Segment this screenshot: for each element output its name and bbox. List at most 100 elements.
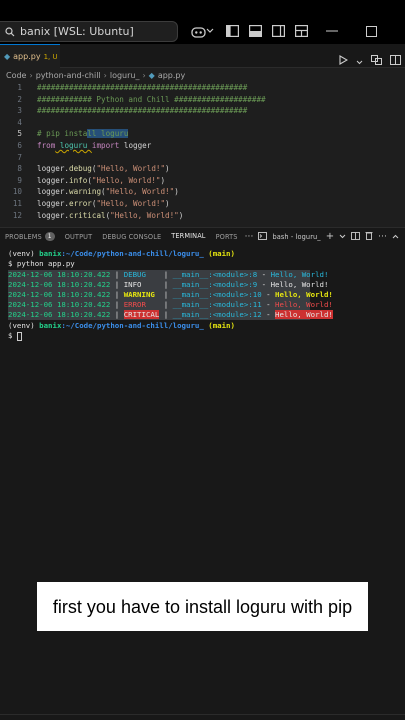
log-level: ERROR — [123, 300, 160, 309]
copilot-icon[interactable] — [190, 23, 206, 39]
video-caption: first you have to install loguru with pi… — [37, 582, 368, 631]
more-icon[interactable]: ··· — [378, 232, 387, 242]
code-text: from loguru import logger — [22, 140, 151, 152]
function-name: error — [69, 198, 92, 208]
keyword: from — [37, 140, 56, 150]
keyword: import — [91, 140, 120, 150]
run-icon[interactable] — [339, 50, 349, 69]
chevron-down-icon[interactable] — [339, 233, 346, 241]
terminal-name[interactable]: bash - loguru_ — [272, 233, 320, 241]
log-time: 2024-12-06 18:10:20.422 — [8, 280, 111, 289]
log-level: DEBUG — [123, 270, 160, 279]
identifier: logger. — [37, 164, 70, 174]
tab-problems[interactable]: PROBLEMS 1 — [0, 228, 60, 246]
log-location: __main__:<module>:8 — [172, 270, 258, 279]
prompt-branch: (main) — [203, 249, 235, 258]
more-icon[interactable]: ··· — [245, 232, 254, 242]
function-name: debug — [69, 164, 92, 174]
log-time: 2024-12-06 18:10:20.422 — [8, 270, 111, 279]
terminal-prompt: (venv) banix:~/Code/python-and-chill/log… — [8, 249, 235, 259]
code-line: 9 logger.info("Hello, World!") — [0, 175, 405, 187]
split-editor-icon[interactable] — [390, 50, 401, 69]
tab-meta: 1, U — [43, 52, 58, 61]
tab-app-py[interactable]: ◆ app.py 1, U — [0, 44, 60, 68]
command-center-search[interactable]: banix [WSL: Ubuntu] — [0, 21, 178, 42]
tab-filename: app.py — [13, 52, 41, 61]
prompt-user: banix — [39, 249, 62, 258]
toggle-secondary-sidebar-icon[interactable] — [270, 23, 286, 39]
breadcrumb-item[interactable]: Code — [6, 71, 26, 80]
toggle-panel-icon[interactable] — [247, 23, 263, 39]
log-row: 2024-12-06 18:10:20.422 | INFO | __main_… — [8, 280, 329, 290]
log-location: __main__:<module>:12 — [172, 310, 262, 319]
text-selection: ll loguru — [87, 129, 129, 139]
line-number: 11 — [12, 198, 22, 208]
code-text: ########################################… — [37, 106, 248, 116]
code-line: 12 logger.critical("Hello, World!") — [0, 210, 405, 222]
code-line: 8 logger.debug("Hello, World!") — [0, 163, 405, 175]
tab-label: PORTS — [215, 232, 238, 241]
title-bar: banix [WSL: Ubuntu] — [0, 0, 405, 44]
tab-output[interactable]: OUTPUT — [60, 228, 97, 246]
line-number: 8 — [17, 164, 22, 174]
breadcrumb-item[interactable]: loguru_ — [110, 71, 140, 80]
code-line: 6 from loguru import logger — [0, 140, 405, 152]
code-text: # pip install loguru — [22, 128, 129, 140]
function-name: critical — [69, 210, 106, 220]
code-text: logger.info("Hello, World!") — [22, 175, 165, 187]
terminal-icon — [258, 231, 268, 242]
breadcrumb: Code › python-and-chill › loguru_ › ◆ ap… — [0, 68, 405, 82]
code-line: 2 ############ Python and Chill ########… — [0, 94, 405, 106]
prompt-path: :~/Code/python-and-chill/loguru_ — [61, 249, 204, 258]
log-time: 2024-12-06 18:10:20.422 — [8, 300, 111, 309]
compare-icon[interactable] — [371, 50, 382, 69]
code-editor[interactable]: 1 ######################################… — [0, 82, 405, 221]
identifier: logger. — [37, 187, 70, 197]
toggle-primary-sidebar-icon[interactable] — [224, 23, 240, 39]
split-terminal-icon[interactable] — [351, 231, 361, 242]
line-number: 9 — [17, 175, 22, 185]
breadcrumb-item[interactable]: app.py — [158, 71, 185, 80]
tab-terminal[interactable]: TERMINAL — [166, 228, 211, 246]
tab-label: TERMINAL — [171, 232, 206, 240]
code-text: logger.warning("Hello, World!") — [22, 186, 179, 198]
log-location: __main__:<module>:11 — [172, 300, 262, 309]
terminal-input-line[interactable]: $ — [8, 331, 22, 341]
trash-icon[interactable] — [365, 231, 373, 242]
editor-actions — [339, 50, 401, 69]
line-number: 6 — [17, 140, 22, 150]
module-name: loguru — [55, 140, 92, 150]
terminal[interactable]: (venv) banix:~/Code/python-and-chill/log… — [0, 245, 405, 720]
code-line: 4 — [0, 117, 405, 129]
log-row: 2024-12-06 18:10:20.422 | DEBUG | __main… — [8, 270, 329, 280]
chevron-right-icon: › — [103, 70, 107, 80]
problems-count-badge: 1 — [44, 232, 55, 241]
code-text: logger.debug("Hello, World!") — [22, 163, 170, 175]
line-number: 12 — [12, 210, 22, 220]
log-location: __main__:<module>:10 — [172, 290, 262, 299]
log-row: 2024-12-06 18:10:20.422 | ERROR | __main… — [8, 300, 333, 310]
search-icon — [5, 22, 15, 41]
log-level: INFO — [123, 280, 160, 289]
code-line: 10 logger.warning("Hello, World!") — [0, 186, 405, 198]
plus-icon[interactable]: + — [326, 231, 334, 242]
line-number: 4 — [17, 117, 22, 127]
log-level: CRITICAL — [123, 310, 160, 319]
log-time: 2024-12-06 18:10:20.422 — [8, 310, 111, 319]
panel-tab-bar: PROBLEMS 1 OUTPUT DEBUG CONSOLE TERMINAL… — [0, 227, 405, 246]
status-bar — [0, 714, 405, 720]
log-row: 2024-12-06 18:10:20.422 | CRITICAL | __m… — [8, 310, 333, 320]
log-message: Hello, World! — [275, 310, 333, 319]
chevron-right-icon: › — [29, 70, 33, 80]
maximize-icon[interactable] — [363, 23, 379, 39]
tab-ports[interactable]: PORTS — [211, 228, 243, 246]
string-literal: "Hello, World!" — [105, 187, 175, 197]
breadcrumb-item[interactable]: python-and-chill — [36, 71, 101, 80]
chevron-down-icon[interactable] — [356, 50, 363, 69]
minimize-icon[interactable] — [324, 23, 340, 39]
customize-layout-icon[interactable] — [293, 23, 309, 39]
tab-debug-console[interactable]: DEBUG CONSOLE — [97, 228, 166, 246]
chevron-up-icon[interactable] — [392, 233, 399, 241]
chevron-down-icon[interactable] — [205, 23, 215, 39]
